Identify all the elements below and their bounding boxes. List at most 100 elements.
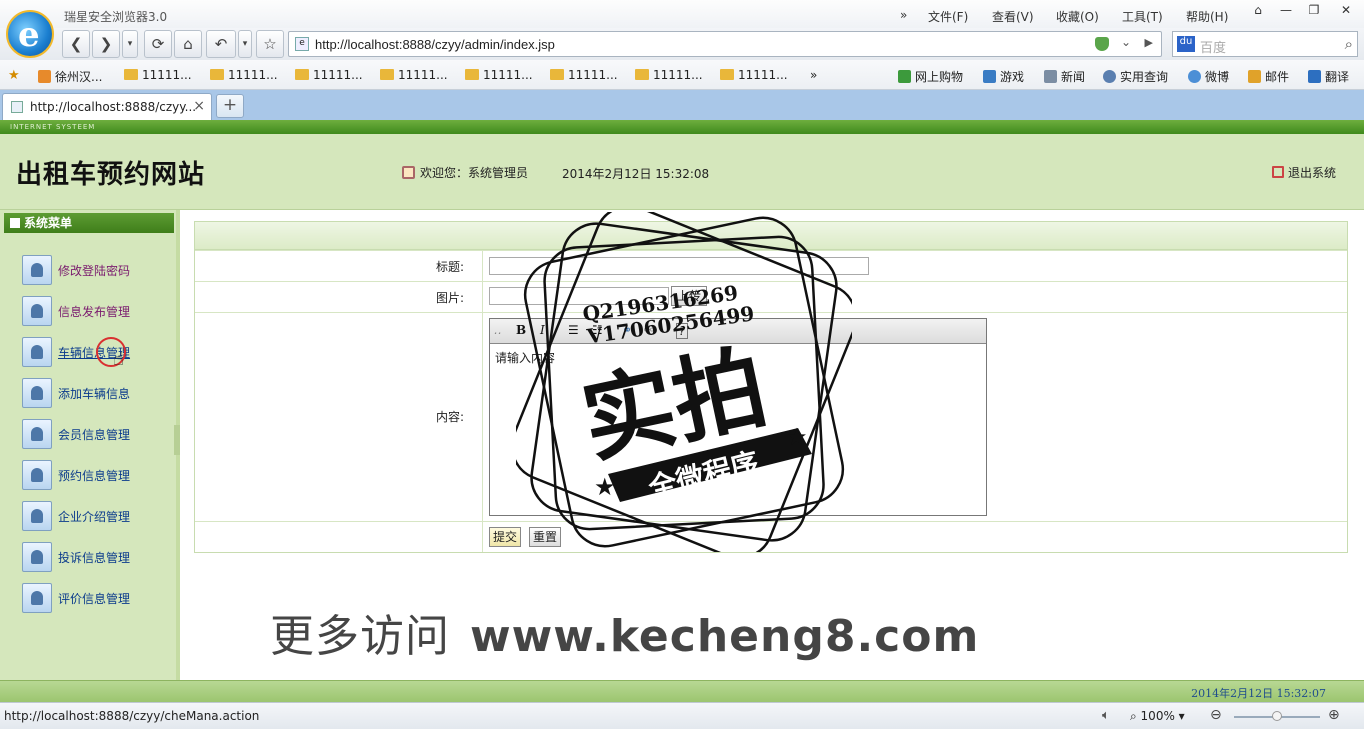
sidebar-item-info-publish[interactable]: 信息发布管理 <box>22 296 172 326</box>
image-path-input[interactable] <box>489 287 669 305</box>
favorite-folder-5[interactable]: 11111... <box>465 68 533 82</box>
sidebar-item-member-manage[interactable]: 会员信息管理 <box>22 419 172 449</box>
mail-icon <box>1248 70 1261 83</box>
sidebar-item-change-password[interactable]: 修改登陆密码 <box>22 255 172 285</box>
italic-icon[interactable]: I <box>540 323 545 337</box>
sidebar-item-booking-manage[interactable]: 预约信息管理 <box>22 460 172 490</box>
menu-favorites[interactable]: 收藏(O) <box>1056 8 1099 25</box>
speaker-icon[interactable]: 🔈︎ <box>1102 708 1110 723</box>
forward-button[interactable]: ❯ <box>92 30 120 58</box>
new-tab-button[interactable]: + <box>216 94 244 118</box>
sidebar-item-company-intro[interactable]: 企业介绍管理 <box>22 501 172 531</box>
bookmark-star-button[interactable]: ☆ <box>256 30 284 58</box>
close-tab-icon[interactable]: × <box>193 98 205 114</box>
sidebar-item-review-manage[interactable]: 评价信息管理 <box>22 583 172 613</box>
tab-favicon-icon <box>11 101 23 113</box>
sidebar-item-label[interactable]: 修改登陆密码 <box>58 262 130 279</box>
address-bar[interactable]: e http://localhost:8888/czyy/admin/index… <box>288 31 1162 57</box>
menu-help[interactable]: 帮助(H) <box>1186 8 1228 25</box>
upload-button[interactable]: 上传 <box>671 286 707 306</box>
tool-shopping[interactable]: 网上购物 <box>898 68 963 85</box>
reset-button[interactable]: 重置 <box>529 527 561 547</box>
zoom-slider[interactable] <box>1234 711 1320 721</box>
menu-overflow-icon[interactable]: » <box>900 8 907 22</box>
tool-mail[interactable]: 邮件 <box>1248 68 1289 85</box>
menu-tools[interactable]: 工具(T) <box>1122 8 1163 25</box>
favorite-folder-2[interactable]: 11111... <box>210 68 278 82</box>
zoom-slider-thumb[interactable] <box>1272 711 1282 721</box>
search-placeholder[interactable]: 百度 <box>1200 37 1226 56</box>
favorite-folder-7[interactable]: 11111... <box>635 68 703 82</box>
favorite-folder-3[interactable]: 11111... <box>295 68 363 82</box>
favorite-folder-4[interactable]: 11111... <box>380 68 448 82</box>
toolbar-grip-icon: ‥ <box>494 323 502 337</box>
ordered-list-icon[interactable]: ☰ <box>568 323 579 337</box>
rich-text-editor[interactable]: ‥ B I ☰ ☷ ⚭ ⚯ ? 请输入内容 <box>489 318 987 516</box>
sidebar-item-add-vehicle[interactable]: 添加车辆信息 <box>22 378 172 408</box>
unlink-icon[interactable]: ⚯ <box>644 323 654 337</box>
sidebar-item-label[interactable]: 会员信息管理 <box>58 426 130 443</box>
go-icon[interactable]: ▶ <box>1145 36 1153 49</box>
search-box[interactable]: du 百度 ⌕ <box>1172 31 1358 57</box>
favorites-overflow-icon[interactable]: » <box>810 68 817 82</box>
tool-query[interactable]: 实用查询 <box>1103 68 1168 85</box>
favorite-link-1[interactable]: 徐州汉... <box>38 68 102 85</box>
menu-view[interactable]: 查看(V) <box>992 8 1034 25</box>
submit-button[interactable]: 提交 <box>489 527 521 547</box>
editor-content[interactable]: 请输入内容 <box>495 349 555 366</box>
history-dropdown-icon[interactable]: ▾ <box>122 30 138 58</box>
tab-active[interactable]: http://localhost:8888/czyy... × <box>2 93 212 120</box>
skin-icon[interactable]: ⌂ <box>1246 3 1270 21</box>
sidebar-item-label[interactable]: 评价信息管理 <box>58 590 130 607</box>
bold-icon[interactable]: B <box>516 323 526 337</box>
sidebar-item-label[interactable]: 企业介绍管理 <box>58 508 130 525</box>
menu-file[interactable]: 文件(F) <box>928 8 968 25</box>
sidebar-item-label[interactable]: 预约信息管理 <box>58 467 130 484</box>
unordered-list-icon[interactable]: ☷ <box>592 323 603 337</box>
restore-button[interactable]: ❐ <box>1302 3 1326 21</box>
tool-news[interactable]: 新闻 <box>1044 68 1085 85</box>
refresh-button[interactable]: ⟳ <box>144 30 172 58</box>
zoom-level[interactable]: ⌕ 100% ▾ <box>1130 709 1185 724</box>
link-icon[interactable]: ⚭ <box>622 323 632 337</box>
baidu-paw-icon[interactable]: du <box>1177 36 1195 52</box>
tool-games[interactable]: 游戏 <box>983 68 1024 85</box>
status-url: http://localhost:8888/czyy/cheMana.actio… <box>4 709 260 723</box>
home-button[interactable]: ⌂ <box>174 30 202 58</box>
sidebar-item-label[interactable]: 投诉信息管理 <box>58 549 130 566</box>
favorite-folder-6[interactable]: 11111... <box>550 68 618 82</box>
favorites-star-icon[interactable]: ★ <box>8 68 20 83</box>
tab-title[interactable]: http://localhost:8888/czyy... <box>30 100 196 114</box>
zoom-in-icon[interactable]: ⊕ <box>1328 707 1340 723</box>
logout-link[interactable]: 退出系统 <box>1272 164 1336 181</box>
security-shield-icon[interactable] <box>1095 37 1109 51</box>
sidebar-collapse-handle[interactable] <box>174 425 180 455</box>
help-icon[interactable]: ? <box>676 323 689 339</box>
zoom-icon: ⌕ <box>1130 709 1141 723</box>
address-url[interactable]: http://localhost:8888/czyy/admin/index.j… <box>315 37 555 52</box>
back-button[interactable]: ❮ <box>62 30 90 58</box>
page-favicon-icon: e <box>295 37 309 51</box>
undo-dropdown-icon[interactable]: ▾ <box>238 30 252 58</box>
undo-close-button[interactable]: ↶ <box>206 30 236 58</box>
tool-translate[interactable]: 翻译 <box>1308 68 1349 85</box>
tool-weibo[interactable]: 微博 <box>1188 68 1229 85</box>
magnifier-icon <box>1103 70 1116 83</box>
address-dropdown-icon[interactable]: ⌄ <box>1121 35 1131 49</box>
sidebar-item-label[interactable]: 添加车辆信息 <box>58 385 130 402</box>
cart-icon <box>898 70 911 83</box>
sidebar-item-label[interactable]: 信息发布管理 <box>58 303 130 320</box>
title-label: 标题: <box>435 260 464 274</box>
sidebar-item-complaint-manage[interactable]: 投诉信息管理 <box>22 542 172 572</box>
close-window-button[interactable]: ✕ <box>1334 3 1358 21</box>
minimize-button[interactable]: — <box>1274 3 1298 21</box>
favorite-folder-8[interactable]: 11111... <box>720 68 788 82</box>
search-icon[interactable]: ⌕ <box>1345 35 1353 53</box>
title-input[interactable] <box>489 257 869 275</box>
weibo-icon <box>1188 70 1201 83</box>
publish-form: 标题: 图片: 上传 内容: ‥ B I ☰ ☷ ⚭ ⚯ ? 请输入内容 提交 … <box>194 221 1348 553</box>
folder-icon <box>380 69 394 80</box>
folder-icon <box>720 69 734 80</box>
zoom-out-icon[interactable]: ⊖ <box>1210 707 1222 723</box>
favorite-folder-1[interactable]: 11111... <box>124 68 192 82</box>
